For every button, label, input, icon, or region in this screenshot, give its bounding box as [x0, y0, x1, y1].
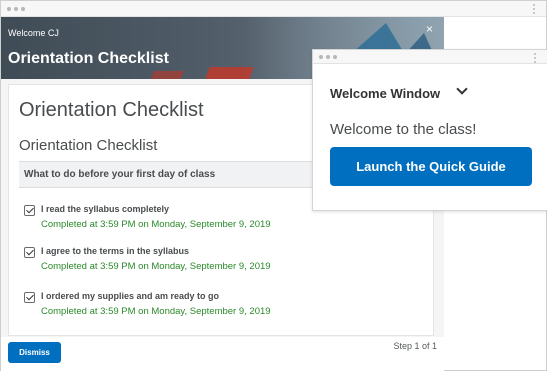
checklist-title: Orientation Checklist — [19, 137, 158, 154]
checklist-item-status: Completed at 3:59 PM on Monday, Septembe… — [41, 306, 271, 317]
chevron-down-icon[interactable] — [454, 83, 470, 99]
section-label: What to do before your first day of clas… — [24, 169, 216, 180]
welcome-message: Welcome to the class! — [330, 121, 477, 138]
launch-quick-guide-button[interactable]: Launch the Quick Guide — [330, 147, 532, 186]
checklist-item-label: I agree to the terms in the syllabus — [41, 246, 190, 256]
checklist-item-label: I ordered my supplies and am ready to go — [41, 291, 220, 301]
window-dot — [7, 7, 11, 11]
window-titlebar — [1, 1, 546, 17]
dialog-footer: Dismiss Step 1 of 1 — [1, 337, 444, 371]
dismiss-button[interactable]: Dismiss — [8, 342, 61, 363]
checklist-item: I agree to the terms in the syllabus Com… — [24, 245, 424, 275]
checkbox[interactable] — [24, 247, 35, 258]
close-icon[interactable]: × — [426, 22, 433, 36]
window-dot — [319, 55, 323, 59]
window-dot — [326, 55, 330, 59]
banner-title: Orientation Checklist — [8, 50, 169, 67]
checklist-item-label: I read the syllabus completely — [41, 204, 170, 214]
banner-welcome-text: Welcome CJ — [8, 28, 59, 38]
page-title: Orientation Checklist — [19, 99, 204, 121]
window-dot — [14, 7, 18, 11]
checkbox[interactable] — [24, 205, 35, 216]
window-menu-icon[interactable] — [534, 53, 537, 65]
step-indicator: Step 1 of 1 — [393, 341, 437, 351]
banner-image-shape — [147, 71, 185, 79]
window-dot — [333, 55, 337, 59]
welcome-window-title: Welcome Window — [330, 86, 441, 101]
welcome-window: Welcome Window Welcome to the class! Lau… — [312, 49, 547, 211]
window-menu-icon[interactable] — [533, 4, 536, 16]
welcome-window-titlebar — [313, 50, 547, 64]
banner-image-shape — [202, 67, 254, 79]
checklist-item-status: Completed at 3:59 PM on Monday, Septembe… — [41, 261, 271, 272]
screen-frame: Welcome CJ Orientation Checklist × Orien… — [0, 0, 547, 371]
checklist-item: I ordered my supplies and am ready to go… — [24, 290, 424, 320]
checklist-item-status: Completed at 3:59 PM on Monday, Septembe… — [41, 219, 271, 230]
checkbox[interactable] — [24, 292, 35, 303]
window-dot — [21, 7, 25, 11]
